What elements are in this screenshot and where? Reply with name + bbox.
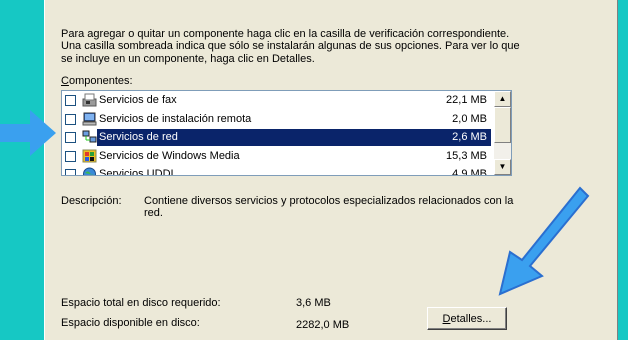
- list-scrollbar[interactable]: ▲ ▼: [494, 91, 511, 175]
- pointer-arrow-diagonal: [498, 186, 590, 296]
- component-size: 2,6 MB: [452, 131, 487, 143]
- pointer-arrow-left: [0, 110, 56, 156]
- windows-media-icon: [82, 149, 97, 162]
- component-size: 2,0 MB: [452, 112, 487, 125]
- list-item[interactable]: Servicios UDDI 4,9 MB: [62, 165, 511, 176]
- space-required-value: 3,6 MB: [296, 297, 331, 309]
- component-size: 15,3 MB: [446, 149, 487, 162]
- checkbox[interactable]: [65, 150, 76, 162]
- list-item[interactable]: Servicios de instalación remota 2,0 MB: [62, 110, 511, 129]
- uddi-globe-icon: [83, 167, 96, 175]
- component-name: Servicios de red: [99, 131, 178, 143]
- checkbox[interactable]: [65, 132, 76, 143]
- description-label: Descripción:: [61, 195, 122, 207]
- components-label-accesskey: C: [61, 75, 69, 87]
- component-name: Servicios de Windows Media: [99, 149, 240, 162]
- components-list[interactable]: Servicios de fax 22,1 MB Servicios de in…: [61, 90, 512, 176]
- remote-install-icon: [82, 112, 97, 125]
- description-text: Contiene diversos servicios y protocolos…: [144, 195, 514, 220]
- checkbox[interactable]: [65, 95, 76, 106]
- list-item[interactable]: Servicios de fax 22,1 MB: [62, 91, 511, 110]
- list-item[interactable]: Servicios de Windows Media 15,3 MB: [62, 147, 511, 166]
- fax-icon: [82, 93, 97, 107]
- details-label: etalles...: [450, 313, 492, 325]
- network-icon: [82, 130, 97, 143]
- space-available-value: 2282,0 MB: [296, 319, 350, 331]
- arrow-down-icon: ▼: [498, 162, 507, 171]
- component-size: 4,9 MB: [452, 168, 487, 176]
- scroll-thumb[interactable]: [494, 107, 511, 143]
- checkbox[interactable]: [65, 169, 76, 175]
- details-button[interactable]: Detalles...: [427, 307, 507, 330]
- components-label: Componentes:: [61, 75, 133, 87]
- component-name: Servicios de fax: [99, 94, 177, 106]
- component-name: Servicios de instalación remota: [99, 112, 252, 125]
- intro-text: Para agregar o quitar un componente haga…: [61, 28, 520, 65]
- checkbox[interactable]: [65, 113, 76, 125]
- arrow-up-icon: ▲: [498, 94, 507, 103]
- scroll-up-button[interactable]: ▲: [494, 91, 511, 107]
- space-required-label: Espacio total en disco requerido:: [61, 297, 221, 309]
- component-name: Servicios UDDI: [99, 168, 174, 176]
- components-label-rest: omponentes:: [68, 75, 133, 87]
- list-item-selected[interactable]: Servicios de red 2,6 MB: [62, 128, 511, 147]
- component-size: 22,1 MB: [446, 94, 487, 106]
- scroll-down-button[interactable]: ▼: [494, 159, 511, 175]
- space-available-label: Espacio disponible en disco:: [61, 317, 200, 329]
